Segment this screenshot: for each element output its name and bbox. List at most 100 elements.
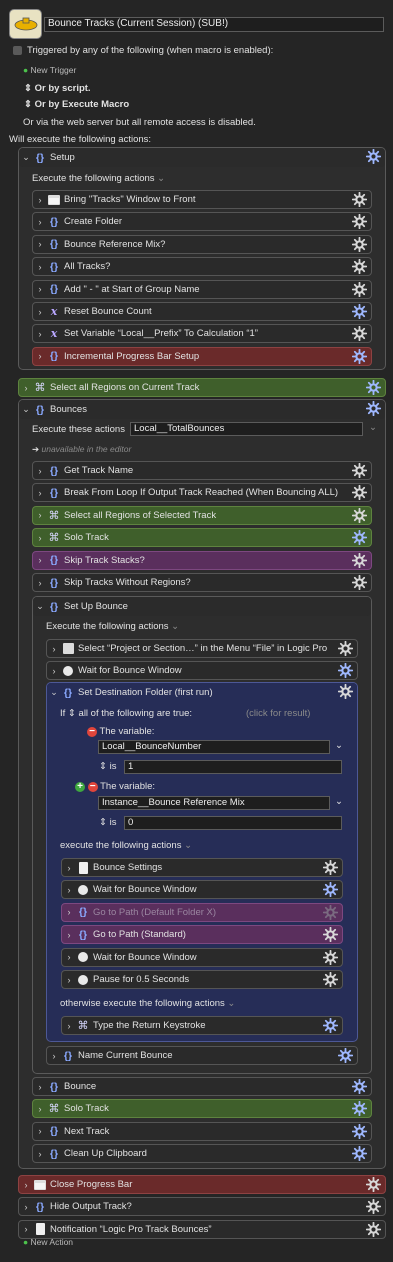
then-action[interactable]: ›{} Go to Path (Default Folder X) bbox=[61, 902, 343, 922]
setup-action[interactable]: › Bring "Tracks" Window to Front bbox=[32, 190, 372, 209]
setup-bounce-header[interactable]: ⌄ {} Set Up Bounce bbox=[33, 597, 371, 616]
condition-2-value[interactable]: 0 bbox=[124, 816, 342, 830]
dest-folder-header[interactable]: ⌄ {} Set Destination Folder (first run) bbox=[47, 683, 357, 702]
chevron-down-icon[interactable]: ⌄ bbox=[335, 740, 343, 751]
chevron-right-icon[interactable]: › bbox=[33, 1149, 47, 1159]
bottom-action[interactable]: ›{} Hide Output Track? bbox=[18, 1197, 386, 1217]
chevron-right-icon[interactable]: › bbox=[33, 284, 47, 294]
gear-icon[interactable] bbox=[352, 304, 367, 319]
click-for-result[interactable]: (click for result) bbox=[246, 708, 310, 719]
condition-2-op[interactable]: ⇕ is bbox=[99, 817, 116, 828]
bounce-tail-action[interactable]: ›{} Clean Up Clipboard bbox=[32, 1144, 372, 1164]
gear-icon[interactable] bbox=[352, 507, 367, 523]
chevron-down-icon[interactable]: ⌄ bbox=[227, 998, 235, 1009]
chevron-right-icon[interactable]: › bbox=[62, 952, 76, 962]
bounce-action[interactable]: ›{} Skip Tracks Without Regions? bbox=[32, 573, 372, 592]
macro-name-field[interactable]: Bounce Tracks (Current Session) (SUB!) bbox=[44, 17, 384, 32]
chevron-right-icon[interactable]: › bbox=[33, 488, 47, 498]
gear-icon[interactable] bbox=[323, 882, 338, 898]
gear-icon[interactable] bbox=[352, 485, 367, 501]
gear-icon[interactable] bbox=[352, 1123, 367, 1139]
gear-icon[interactable] bbox=[366, 401, 381, 416]
bottom-action[interactable]: › Close Progress Bar bbox=[18, 1175, 386, 1194]
chevron-right-icon[interactable]: › bbox=[33, 1082, 47, 1092]
bounce-action[interactable]: ›{} Break From Loop If Output Track Reach… bbox=[32, 483, 372, 503]
condition-1-value[interactable]: 1 bbox=[124, 760, 342, 774]
chevron-right-icon[interactable]: › bbox=[62, 975, 76, 985]
chevron-down-icon[interactable]: ⌄ bbox=[19, 152, 33, 163]
gear-icon[interactable] bbox=[352, 530, 367, 546]
then-action[interactable]: ›{} Go to Path (Standard) bbox=[61, 925, 343, 945]
chevron-right-icon[interactable]: › bbox=[19, 1224, 33, 1234]
new-action-button[interactable]: ● New Action bbox=[23, 1237, 73, 1247]
chevron-down-icon[interactable]: ⌄ bbox=[335, 796, 343, 807]
type-return-action[interactable]: › ⌘ Type the Return Keystroke bbox=[61, 1016, 343, 1035]
chevron-right-icon[interactable]: › bbox=[19, 1202, 33, 1212]
gear-icon[interactable] bbox=[352, 552, 367, 568]
chevron-right-icon[interactable]: › bbox=[33, 351, 47, 361]
gear-icon[interactable] bbox=[352, 1146, 367, 1162]
remove-condition-icon[interactable]: − bbox=[87, 727, 97, 737]
updown-icon[interactable]: ⇕ bbox=[68, 708, 76, 719]
execute-count-field[interactable]: Local__TotalBounces bbox=[130, 422, 363, 436]
chevron-down-icon[interactable]: ⌄ bbox=[171, 621, 179, 632]
gear-icon[interactable] bbox=[352, 348, 367, 364]
select-all-regions-action[interactable]: › ⌘ Select all Regions on Current Track bbox=[18, 378, 386, 397]
wait-bounce-window-action[interactable]: › Wait for Bounce Window bbox=[46, 661, 358, 680]
chevron-down-icon[interactable]: ⌄ bbox=[19, 404, 33, 415]
then-action[interactable]: › Bounce Settings bbox=[61, 858, 343, 877]
chevron-right-icon[interactable]: › bbox=[47, 644, 61, 654]
chevron-right-icon[interactable]: › bbox=[47, 1051, 61, 1061]
gear-icon[interactable] bbox=[338, 1048, 353, 1063]
bounce-tail-action[interactable]: › ⌘ Solo Track bbox=[32, 1099, 372, 1119]
chevron-right-icon[interactable]: › bbox=[33, 533, 47, 543]
gear-icon[interactable] bbox=[323, 1018, 338, 1033]
add-condition-icon[interactable]: + bbox=[75, 782, 85, 792]
chevron-right-icon[interactable]: › bbox=[33, 466, 47, 476]
chevron-right-icon[interactable]: › bbox=[47, 666, 61, 676]
execute-count-chevron[interactable]: ⌄ bbox=[369, 422, 377, 433]
gear-icon[interactable] bbox=[366, 149, 381, 164]
new-trigger-button[interactable]: ● New Trigger bbox=[23, 65, 76, 75]
chevron-right-icon[interactable]: › bbox=[33, 195, 47, 205]
gear-icon[interactable] bbox=[352, 281, 367, 297]
gear-icon[interactable] bbox=[352, 214, 367, 230]
gear-icon[interactable] bbox=[352, 192, 367, 207]
remove-condition-icon[interactable]: − bbox=[87, 782, 98, 792]
select-menu-action[interactable]: › Select “Project or Section…” in the Me… bbox=[46, 639, 358, 658]
bounce-action[interactable]: ›{} Get Track Name bbox=[32, 461, 372, 480]
chevron-right-icon[interactable]: › bbox=[33, 239, 47, 249]
chevron-down-icon[interactable]: ⌄ bbox=[184, 840, 192, 851]
gear-icon[interactable] bbox=[352, 1079, 367, 1094]
gear-icon[interactable] bbox=[366, 1177, 381, 1192]
chevron-right-icon[interactable]: › bbox=[33, 217, 47, 227]
gear-icon[interactable] bbox=[338, 684, 353, 699]
bounce-action[interactable]: ›{} Skip Track Stacks? bbox=[32, 550, 372, 570]
setup-action[interactable]: ›{} All Tracks? bbox=[32, 257, 372, 277]
chevron-down-icon[interactable]: ⌄ bbox=[33, 601, 47, 612]
chevron-right-icon[interactable]: › bbox=[33, 555, 47, 565]
bottom-action[interactable]: › Notification “Logic Pro Track Bounces” bbox=[18, 1219, 386, 1239]
gear-icon[interactable] bbox=[366, 1221, 381, 1237]
name-current-bounce-action[interactable]: › {} Name Current Bounce bbox=[46, 1046, 358, 1065]
setup-action[interactable]: ›{} Bounce Reference Mix? bbox=[32, 234, 372, 254]
gear-icon[interactable] bbox=[352, 575, 367, 590]
bounce-action[interactable]: › ⌘ Solo Track bbox=[32, 528, 372, 548]
chevron-right-icon[interactable]: › bbox=[19, 1180, 33, 1190]
chevron-right-icon[interactable]: › bbox=[62, 907, 76, 917]
chevron-right-icon[interactable]: › bbox=[33, 510, 47, 520]
chevron-right-icon[interactable]: › bbox=[62, 1021, 76, 1031]
gear-icon[interactable] bbox=[338, 641, 353, 656]
gear-icon[interactable] bbox=[352, 1101, 367, 1117]
gear-icon[interactable] bbox=[338, 663, 353, 678]
condition-1-variable[interactable]: Local__BounceNumber bbox=[98, 740, 330, 754]
gear-icon[interactable] bbox=[323, 972, 338, 987]
or-by-script[interactable]: ⇕ Or by script. bbox=[24, 83, 91, 94]
gear-icon[interactable] bbox=[366, 380, 381, 395]
setup-action[interactable]: › x Set Variable “Local__Prefix” To Calcul… bbox=[32, 324, 372, 344]
gear-icon[interactable] bbox=[352, 236, 367, 252]
then-action[interactable]: › Wait for Bounce Window bbox=[61, 947, 343, 967]
gear-icon[interactable] bbox=[323, 927, 338, 943]
bounce-action[interactable]: › ⌘ Select all Regions of Selected Track bbox=[32, 505, 372, 525]
setup-header[interactable]: ⌄ {} Setup bbox=[19, 148, 385, 167]
